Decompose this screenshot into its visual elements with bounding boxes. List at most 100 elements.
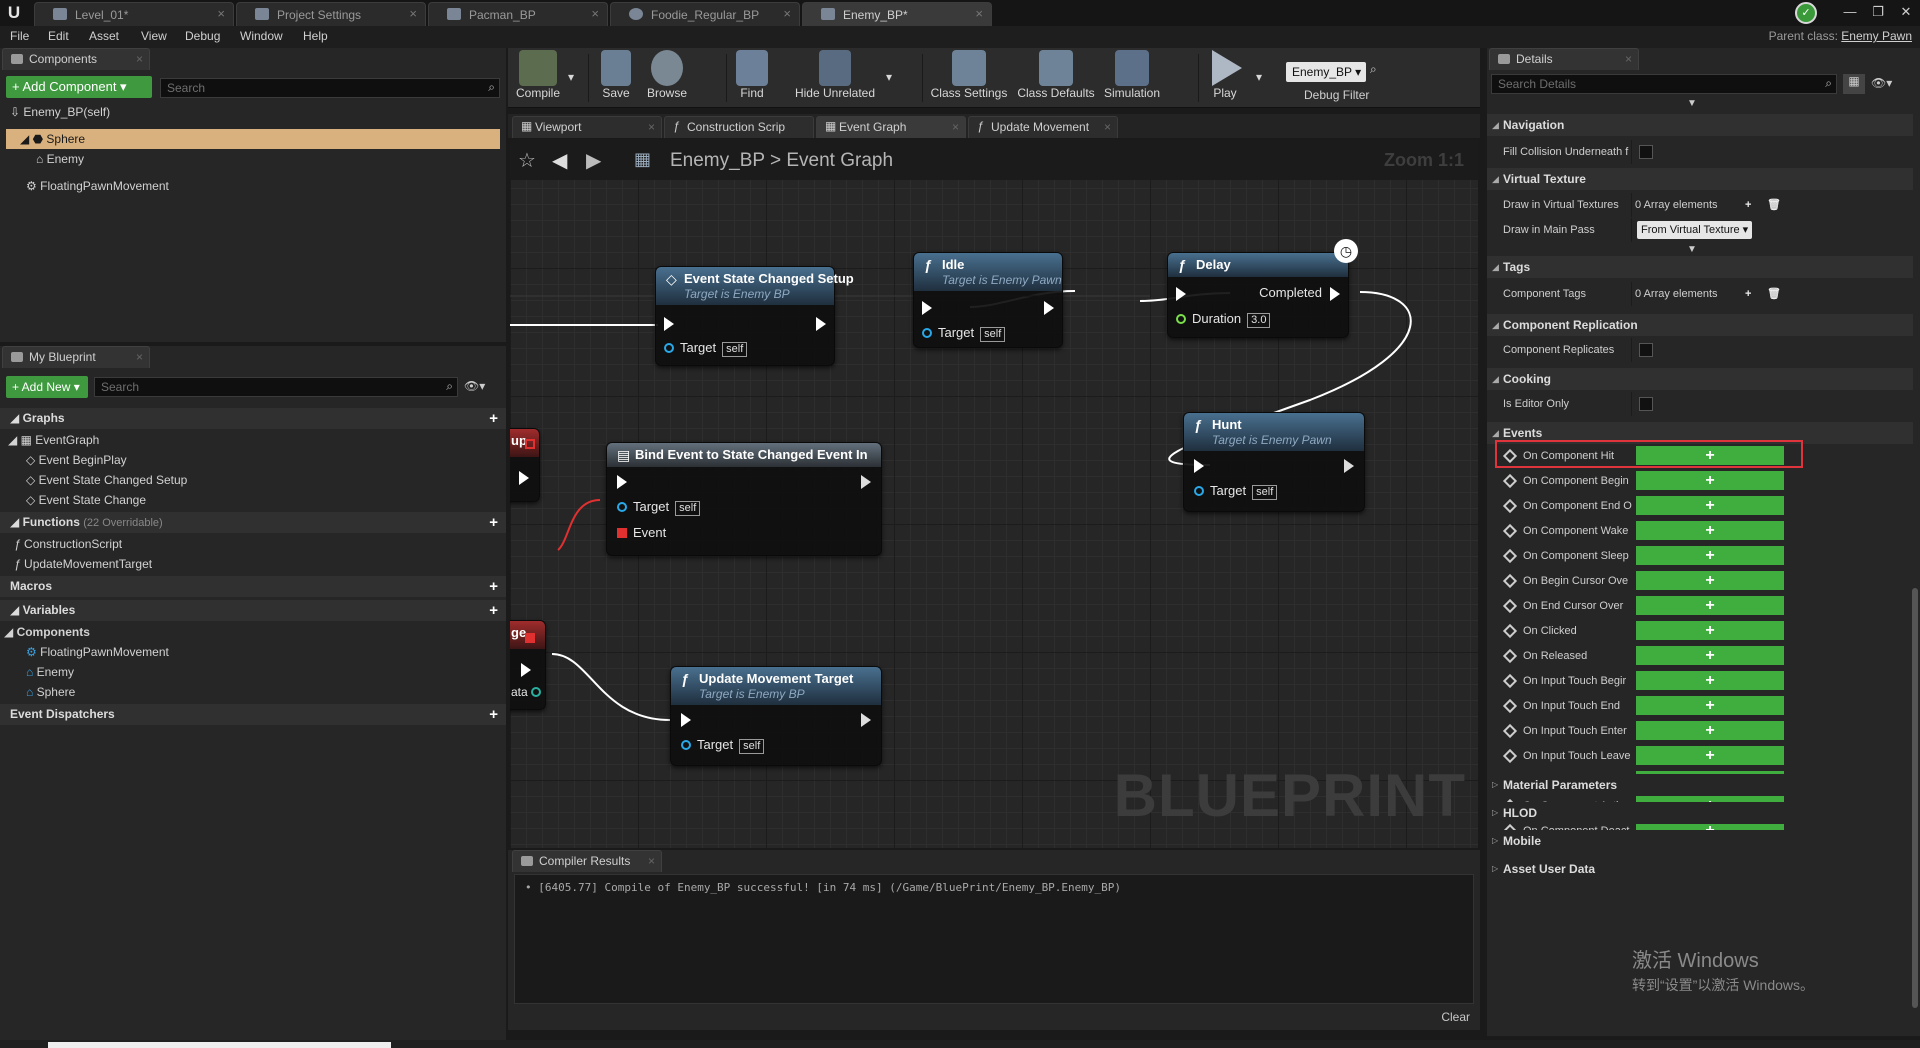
exec-in-pin[interactable]: [681, 713, 691, 727]
var-sphere[interactable]: ⌂ Sphere: [26, 682, 75, 702]
property-matrix-icon[interactable]: ▦: [1843, 74, 1865, 94]
view-options-icon[interactable]: 👁▾: [464, 379, 485, 393]
my-blueprint-tab[interactable]: My Blueprint ×: [2, 346, 150, 368]
duration-pin[interactable]: [1176, 314, 1186, 324]
add-event-button[interactable]: +: [1636, 621, 1784, 640]
node-bind-event[interactable]: ▤ Bind Event to State Changed Event In Ta…: [606, 442, 882, 556]
browse-button[interactable]: Browse: [640, 50, 694, 106]
exec-out-pin[interactable]: [861, 713, 871, 727]
exec-out-pin[interactable]: [861, 475, 871, 489]
delegate-pin[interactable]: [525, 439, 535, 449]
event-state-change[interactable]: ◇ Event State Change: [26, 490, 146, 510]
graph-event-graph[interactable]: ◢ ▦ EventGraph: [8, 430, 99, 450]
my-blueprint-search-input[interactable]: Search ⌕: [94, 377, 458, 397]
components-search-input[interactable]: Search ⌕: [160, 78, 500, 98]
add-graph-icon[interactable]: +: [489, 408, 498, 429]
exec-out-pin[interactable]: [519, 471, 529, 485]
event-state-changed-setup[interactable]: ◇ Event State Changed Setup: [26, 470, 187, 490]
graphs-category[interactable]: ◢ Graphs +: [0, 408, 506, 429]
close-icon[interactable]: ×: [1625, 52, 1632, 66]
find-button[interactable]: Find: [730, 50, 774, 106]
component-replication-category[interactable]: ◢ Component Replication: [1487, 314, 1913, 336]
component-floating-pawn-movement[interactable]: ⚙ FloatingPawnMovement: [26, 176, 169, 196]
components-tab[interactable]: Components ×: [2, 48, 150, 70]
add-event-button[interactable]: +: [1636, 521, 1784, 540]
node-event-state-changed-setup[interactable]: ◇ Event State Changed Setup Target is Enem…: [655, 266, 854, 366]
add-element-icon[interactable]: +: [1745, 193, 1751, 217]
trash-icon[interactable]: 🗑: [1767, 282, 1781, 306]
component-root[interactable]: ⇩ Enemy_BP(self): [10, 102, 110, 122]
add-function-icon[interactable]: +: [489, 512, 498, 533]
exec-in-pin[interactable]: [664, 317, 674, 331]
close-icon[interactable]: ×: [409, 6, 417, 21]
details-search-input[interactable]: Search Details ⌕: [1491, 74, 1837, 94]
exec-in-pin[interactable]: [1176, 287, 1186, 301]
view-options-icon[interactable]: 👁▾: [1871, 76, 1892, 90]
components-var-category[interactable]: ◢ Components: [4, 622, 90, 642]
details-scrollbar[interactable]: [1912, 588, 1918, 1008]
add-macro-icon[interactable]: +: [489, 576, 498, 597]
class-settings-button[interactable]: Class Settings: [928, 50, 1010, 106]
partial-node-top[interactable]: up: [510, 428, 540, 502]
add-component-button[interactable]: + Add Component ▾: [6, 76, 152, 98]
partial-node-bottom[interactable]: ge ata: [510, 620, 546, 710]
target-pin[interactable]: [1194, 486, 1204, 496]
close-icon[interactable]: ×: [952, 120, 959, 134]
menu-help[interactable]: Help: [303, 29, 328, 43]
var-floating-pawn-movement[interactable]: ⚙ FloatingPawnMovement: [26, 642, 169, 662]
exec-out-pin[interactable]: [816, 317, 826, 331]
duration-input[interactable]: 3.0: [1247, 313, 1271, 328]
component-sphere[interactable]: ◢ ⬣ Sphere: [6, 129, 500, 149]
node-delay[interactable]: ƒ Delay ◷ Completed Duration 3.0: [1167, 239, 1358, 338]
fill-collision-checkbox[interactable]: [1639, 145, 1653, 159]
tab-event-graph[interactable]: ▦ Event Graph ×: [816, 116, 966, 138]
mobile-category[interactable]: ▷ Mobile: [1487, 830, 1913, 852]
close-icon[interactable]: ×: [1104, 120, 1111, 134]
debug-object-select[interactable]: Enemy_BP ▾: [1286, 62, 1366, 82]
doc-tab-foodie[interactable]: Foodie_Regular_BP ×: [610, 2, 800, 26]
exec-out-pin[interactable]: [1330, 287, 1340, 301]
play-button[interactable]: Play: [1202, 50, 1248, 106]
taskbar-item[interactable]: [48, 1042, 391, 1048]
close-icon[interactable]: ×: [136, 350, 143, 364]
hlod-category[interactable]: ▷ HLOD: [1487, 802, 1913, 824]
exec-out-pin[interactable]: [1344, 459, 1354, 473]
menu-asset[interactable]: Asset: [89, 29, 119, 43]
doc-tab-pacman[interactable]: Pacman_BP ×: [428, 2, 608, 26]
variables-category[interactable]: ◢ Variables +: [0, 600, 506, 621]
node-hunt[interactable]: ƒ Hunt Target is Enemy Pawn Target self: [1183, 412, 1365, 512]
navigation-category[interactable]: ◢ Navigation: [1487, 114, 1913, 136]
add-new-button[interactable]: + Add New ▾: [6, 376, 88, 398]
exec-in-pin[interactable]: [922, 301, 932, 315]
add-event-button[interactable]: +: [1636, 471, 1784, 490]
target-pin[interactable]: [681, 740, 691, 750]
tab-construction-script[interactable]: ƒ Construction Scrip: [664, 116, 814, 138]
exec-in-pin[interactable]: [1194, 459, 1204, 473]
clear-button[interactable]: Clear: [1441, 1010, 1470, 1024]
is-editor-only-checkbox[interactable]: [1639, 397, 1653, 411]
add-event-button[interactable]: +: [1636, 646, 1784, 665]
event-begin-play[interactable]: ◇ Event BeginPlay: [26, 450, 127, 470]
details-tab[interactable]: Details ×: [1489, 48, 1639, 70]
expand-arrow-icon[interactable]: ▼: [1687, 244, 1697, 255]
delegate-pin[interactable]: [525, 633, 535, 643]
close-icon[interactable]: ×: [136, 52, 143, 66]
debug-search-icon[interactable]: ⌕: [1370, 62, 1377, 77]
close-icon[interactable]: ×: [975, 6, 983, 21]
simulation-button[interactable]: Simulation: [1098, 50, 1166, 106]
menu-file[interactable]: File: [10, 29, 29, 43]
close-window-icon[interactable]: ✕: [1892, 0, 1920, 26]
virtual-texture-category[interactable]: ◢ Virtual Texture: [1487, 168, 1913, 190]
class-defaults-button[interactable]: Class Defaults: [1014, 50, 1098, 106]
minimize-icon[interactable]: —: [1836, 0, 1864, 26]
macros-category[interactable]: Macros +: [0, 576, 506, 597]
parent-class-link[interactable]: Enemy Pawn: [1841, 29, 1912, 43]
function-update-movement-target[interactable]: ƒ UpdateMovementTarget: [14, 554, 152, 574]
node-update-movement-target[interactable]: ƒ Update Movement Target Target is Enemy B…: [670, 666, 882, 766]
node-idle[interactable]: ƒ Idle Target is Enemy Pawn Target self: [913, 252, 1063, 348]
menu-view[interactable]: View: [141, 29, 167, 43]
var-enemy[interactable]: ⌂ Enemy: [26, 662, 74, 682]
close-icon[interactable]: ×: [648, 120, 655, 134]
exec-out-pin[interactable]: [521, 663, 531, 677]
add-element-icon[interactable]: +: [1745, 282, 1751, 306]
